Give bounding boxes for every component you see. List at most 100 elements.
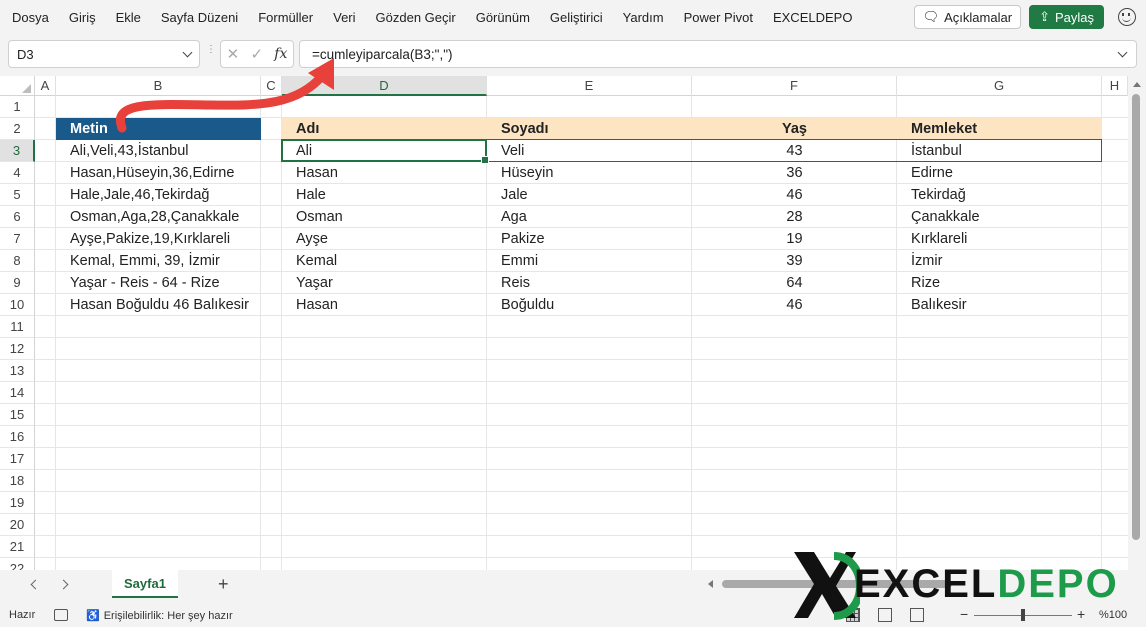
result-cell[interactable]: 19 [692,228,897,250]
metin-cell[interactable]: Hale,Jale,46,Tekirdağ [70,184,261,206]
result-cell[interactable]: Reis [501,272,692,294]
result-cell[interactable]: 28 [692,206,897,228]
column-header-g[interactable]: G [897,76,1102,96]
column-header-a[interactable]: A [35,76,56,96]
result-cell[interactable]: Balıkesir [911,294,1102,316]
column-header-d[interactable]: D [282,76,487,96]
expand-formula-chevron-icon[interactable] [1117,47,1128,58]
row-header-1[interactable]: 1 [0,96,35,118]
accessibility-status[interactable]: ♿ Erişilebilirlik: Her şey hazır [86,609,233,623]
feedback-smiley-icon[interactable] [1118,8,1136,26]
result-cell[interactable]: Hüseyin [501,162,692,184]
row-header-7[interactable]: 7 [0,228,35,250]
result-header-cell[interactable]: Yaş [692,118,897,140]
column-header-h[interactable]: H [1102,76,1128,96]
comments-button[interactable]: 🗨 Açıklamalar [913,5,1022,29]
chevron-down-icon[interactable] [182,47,193,58]
menu-item-veri[interactable]: Veri [323,10,365,25]
menu-item-dosya[interactable]: Dosya [0,10,59,25]
result-cell[interactable]: 46 [692,184,897,206]
result-cell[interactable]: Pakize [501,228,692,250]
menu-item-görünüm[interactable]: Görünüm [466,10,540,25]
result-header-cell[interactable]: Soyadı [501,118,692,140]
name-box[interactable]: D3 [8,40,200,68]
result-cell[interactable]: Ayşe [296,228,487,250]
row-header-10[interactable]: 10 [0,294,35,316]
result-cell[interactable]: Hasan [296,294,487,316]
row-header-21[interactable]: 21 [0,536,35,558]
next-sheet-icon[interactable] [58,579,69,590]
insert-function-icon[interactable]: fx [274,46,287,62]
metin-cell[interactable]: Yaşar - Reis - 64 - Rize [70,272,261,294]
metin-header-cell[interactable]: Metin [70,118,261,140]
metin-cell[interactable]: Kemal, Emmi, 39, İzmir [70,250,261,272]
result-cell[interactable]: Rize [911,272,1102,294]
result-cell[interactable]: Hale [296,184,487,206]
metin-cell[interactable]: Hasan Boğuldu 46 Balıkesir [70,294,261,316]
row-header-5[interactable]: 5 [0,184,35,206]
select-all-corner[interactable] [0,76,35,96]
result-cell[interactable]: Osman [296,206,487,228]
share-button[interactable]: ⇪ Paylaş [1029,5,1104,29]
row-header-9[interactable]: 9 [0,272,35,294]
cancel-icon[interactable]: ✕ [227,45,240,63]
result-cell[interactable]: Çanakkale [911,206,1102,228]
row-header-14[interactable]: 14 [0,382,35,404]
row-header-2[interactable]: 2 [0,118,35,140]
column-header-b[interactable]: B [56,76,261,96]
result-cell[interactable]: Jale [501,184,692,206]
scroll-up-arrow-icon[interactable] [1133,82,1141,87]
sheet-tab-sayfa1[interactable]: Sayfa1 [112,570,178,598]
row-header-4[interactable]: 4 [0,162,35,184]
confirm-icon[interactable]: ✓ [250,45,263,63]
menu-item-sayfa-düzeni[interactable]: Sayfa Düzeni [151,10,248,25]
result-cell[interactable]: 39 [692,250,897,272]
result-cell[interactable]: Kemal [296,250,487,272]
menu-item-gözden-geçir[interactable]: Gözden Geçir [366,10,466,25]
metin-cell[interactable]: Ayşe,Pakize,19,Kırklareli [70,228,261,250]
row-header-13[interactable]: 13 [0,360,35,382]
scroll-left-arrow-icon[interactable] [708,580,713,588]
menu-item-power-pivot[interactable]: Power Pivot [674,10,763,25]
active-cell-selection[interactable] [281,139,489,164]
menu-item-exceldepo[interactable]: EXCELDEPO [763,10,862,25]
row-header-22[interactable]: 22 [0,558,35,570]
result-header-cell[interactable]: Memleket [911,118,1102,140]
formula-input[interactable]: =cumleyiparcala(B3;",") [299,40,1137,68]
row-header-6[interactable]: 6 [0,206,35,228]
result-cell[interactable]: Yaşar [296,272,487,294]
menu-item-geliştirici[interactable]: Geliştirici [540,10,613,25]
row-header-17[interactable]: 17 [0,448,35,470]
more-options-icon[interactable]: ⋮ [206,45,216,60]
result-cell[interactable]: Edirne [911,162,1102,184]
row-header-18[interactable]: 18 [0,470,35,492]
column-header-c[interactable]: C [261,76,282,96]
row-header-3[interactable]: 3 [0,140,35,162]
menu-item-yardım[interactable]: Yardım [613,10,674,25]
add-sheet-button[interactable]: + [218,574,229,595]
metin-cell[interactable]: Osman,Aga,28,Çanakkale [70,206,261,228]
worksheet-grid[interactable]: ABCDEFGH 1 2 3 4 5 6 7 8 9 10 11 12 13 14 15 16 17 18 19 20… [0,76,1128,570]
menu-item-giriş[interactable]: Giriş [59,10,106,25]
result-cell[interactable]: 46 [692,294,897,316]
column-header-f[interactable]: F [692,76,897,96]
result-cell[interactable]: 64 [692,272,897,294]
column-header-e[interactable]: E [487,76,692,96]
row-header-16[interactable]: 16 [0,426,35,448]
menu-item-ekle[interactable]: Ekle [106,10,151,25]
row-header-20[interactable]: 20 [0,514,35,536]
row-header-15[interactable]: 15 [0,404,35,426]
result-cell[interactable]: Tekirdağ [911,184,1102,206]
previous-sheet-icon[interactable] [30,579,41,590]
row-header-19[interactable]: 19 [0,492,35,514]
result-cell[interactable]: İzmir [911,250,1102,272]
cell-mode-icon[interactable] [54,609,68,621]
result-cell[interactable]: Emmi [501,250,692,272]
vertical-scroll-thumb[interactable] [1132,94,1140,540]
result-header-cell[interactable]: Adı [296,118,487,140]
result-cell[interactable]: Hasan [296,162,487,184]
result-cell[interactable]: 36 [692,162,897,184]
row-header-11[interactable]: 11 [0,316,35,338]
row-header-12[interactable]: 12 [0,338,35,360]
result-cell[interactable]: Boğuldu [501,294,692,316]
